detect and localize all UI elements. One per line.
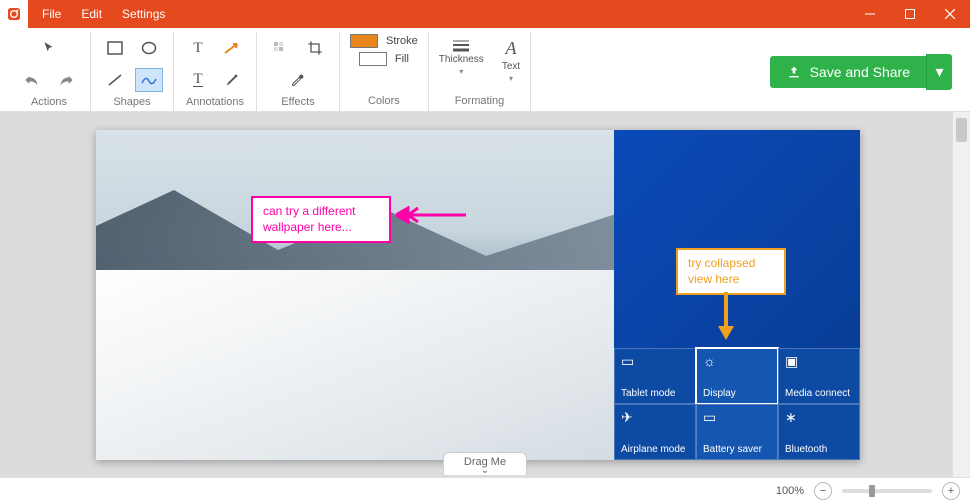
annotation-arrow-pink[interactable] [396,206,466,224]
thickness-dropdown[interactable]: Thickness▾ [439,38,484,83]
fill-label: Fill [395,53,409,65]
save-share-button[interactable]: Save and Share [770,56,926,88]
action-center-tiles: ▭Tablet mode ☼Display ▣Media connect ✈Ai… [614,348,860,460]
airplane-icon: ✈ [621,409,689,426]
chevron-down-icon: ▾ [935,62,943,82]
chevron-down-icon: ▾ [509,74,513,83]
chevron-down-icon: ⌄ [464,468,506,474]
text-tool[interactable]: T [184,36,212,60]
captured-screenshot[interactable]: ▭Tablet mode ☼Display ▣Media connect ✈Ai… [96,130,860,460]
callout-tool[interactable]: T [184,68,212,92]
eyedropper-tool[interactable] [284,68,312,92]
save-dropdown[interactable]: ▾ [926,54,952,90]
wallpaper-snow [96,270,614,460]
group-colors: Stroke Fill Colors [340,32,429,111]
ellipse-tool[interactable] [135,36,163,60]
tile-bluetooth[interactable]: ∗Bluetooth [778,404,860,460]
vertical-scrollbar[interactable] [952,112,970,477]
group-effects: Effects [257,32,340,111]
menu-settings[interactable]: Settings [112,7,175,21]
tablet-icon: ▭ [621,353,689,370]
group-annotations: T T Annotations [174,32,257,111]
tile-media-connect[interactable]: ▣Media connect [778,348,860,404]
menu-file[interactable]: File [32,7,71,21]
group-label-actions: Actions [31,96,67,108]
pixelate-tool[interactable] [267,36,295,60]
arrow-tool[interactable] [218,36,246,60]
tile-battery-saver[interactable]: ▭Battery saver [696,404,778,460]
zoom-in-button[interactable]: + [942,482,960,500]
group-actions: Actions [8,32,91,111]
text-format-dropdown[interactable]: A Text▾ [502,38,520,83]
maximize-button[interactable] [890,0,930,28]
undo-button[interactable] [18,68,46,92]
zoom-slider-handle[interactable] [869,485,875,497]
freehand-tool[interactable] [135,68,163,92]
app-icon [0,0,28,28]
group-label-shapes: Shapes [113,96,150,108]
stroke-label: Stroke [386,35,418,47]
group-label-colors: Colors [368,95,400,107]
title-bar: File Edit Settings [0,0,970,28]
minimize-button[interactable] [850,0,890,28]
redo-button[interactable] [52,68,80,92]
highlighter-tool[interactable] [218,68,246,92]
drag-handle[interactable]: Drag Me ⌄ [443,452,527,475]
canvas-area[interactable]: ▭Tablet mode ☼Display ▣Media connect ✈Ai… [0,112,970,477]
status-bar: 100% − + [0,477,970,503]
group-shapes: Shapes [91,32,174,111]
zoom-slider[interactable] [842,489,932,493]
crop-tool[interactable] [301,36,329,60]
battery-icon: ▭ [703,409,771,426]
menu-edit[interactable]: Edit [71,7,112,21]
stroke-swatch[interactable] [350,34,378,48]
zoom-level: 100% [776,485,804,497]
annotation-callout-pink[interactable]: can try a different wallpaper here... [251,196,391,243]
group-label-annotations: Annotations [186,96,244,108]
scrollbar-thumb[interactable] [956,118,967,142]
tile-tablet-mode[interactable]: ▭Tablet mode [614,348,696,404]
cloud-upload-icon [786,64,802,80]
cast-icon: ▣ [785,353,853,370]
toolbar-ribbon: Actions Shapes T T Annotations E [0,28,970,112]
tile-display[interactable]: ☼Display [696,348,778,404]
rectangle-tool[interactable] [101,36,129,60]
chevron-down-icon: ▾ [459,67,463,76]
zoom-out-button[interactable]: − [814,482,832,500]
brightness-icon: ☼ [703,353,771,369]
close-button[interactable] [930,0,970,28]
group-label-formatting: Formating [455,95,505,107]
annotation-arrow-orange[interactable] [716,292,736,342]
tile-airplane-mode[interactable]: ✈Airplane mode [614,404,696,460]
annotation-callout-orange[interactable]: try collapsed view here [676,248,786,295]
fill-swatch[interactable] [359,52,387,66]
line-tool[interactable] [101,68,129,92]
pointer-tool[interactable] [35,36,63,60]
group-label-effects: Effects [281,96,314,108]
group-formatting: Thickness▾ A Text▾ Formating [429,32,531,111]
bluetooth-icon: ∗ [785,409,853,426]
